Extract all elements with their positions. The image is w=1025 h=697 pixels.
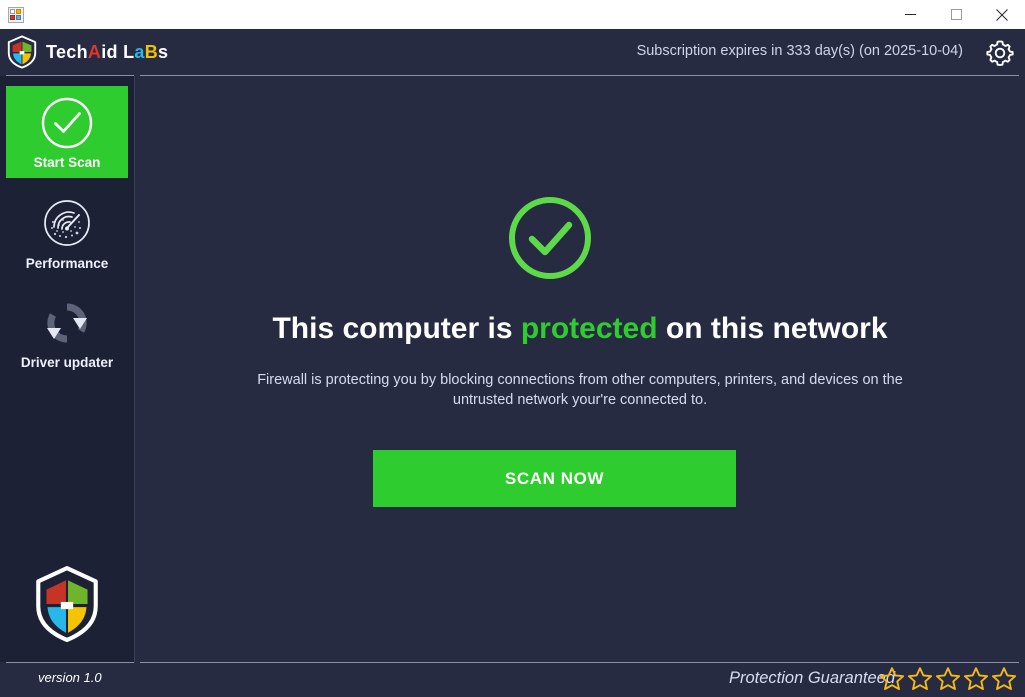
application-window: TechAid LaBs Subscription expires in 333… — [0, 0, 1025, 697]
sync-refresh-icon — [47, 303, 87, 343]
close-button[interactable] — [979, 0, 1025, 29]
headline-suffix: on this network — [657, 312, 888, 345]
sidebar-item-label-performance: Performance — [25, 256, 109, 271]
footer-divider-left — [6, 662, 134, 663]
brand-text-part-3: id — [101, 41, 118, 62]
gear-icon[interactable] — [985, 38, 1015, 68]
protection-guarantee-label: Protection Guaranteed — [728, 669, 895, 687]
check-circle-icon-status — [509, 197, 591, 279]
sidebar: Start Scan Performance Driver updater — [0, 76, 134, 662]
headline-prefix: This computer is — [272, 312, 521, 345]
app-tiles-icon — [8, 6, 24, 23]
maximize-button[interactable] — [933, 0, 979, 29]
status-description: Firewall is protecting you by blocking c… — [257, 372, 903, 408]
main-content: This computer is protected on this netwo… — [135, 76, 1025, 662]
star-outline-icon — [907, 667, 933, 691]
brand-text-part-1: Tech — [46, 41, 88, 62]
subscription-status: Subscription expires in 333 day(s) (on 2… — [636, 43, 963, 59]
status-headline: This computer is protected on this netwo… — [135, 312, 1025, 346]
footer-divider-right — [140, 662, 1019, 663]
sidebar-item-label-start-scan: Start Scan — [33, 154, 101, 170]
headline-status-word: protected — [520, 312, 658, 345]
sidebar-item-driver-updater[interactable]: Driver updater — [6, 298, 128, 370]
brand-name: TechAid LaBs — [46, 42, 168, 63]
app-header: TechAid LaBs Subscription expires in 333… — [0, 29, 1025, 76]
star-outline-icon — [963, 667, 989, 691]
star-outline-icon — [879, 667, 905, 691]
brand-text-part-5: a — [134, 41, 145, 62]
check-circle-icon — [41, 97, 93, 148]
scan-now-button[interactable]: SCAN NOW — [373, 450, 736, 507]
brand-text-part-4: L — [117, 41, 135, 62]
star-outline-icon — [935, 667, 961, 691]
version-label: version 1.0 — [38, 670, 102, 685]
shield-logo-icon-footer — [36, 566, 98, 642]
speedometer-icon — [44, 200, 90, 246]
brand-text-part-2: A — [87, 41, 102, 62]
brand-text-part-6: B — [144, 41, 159, 62]
shield-logo-icon — [7, 35, 37, 69]
sidebar-item-start-scan[interactable]: Start Scan — [6, 86, 128, 178]
star-outline-icon — [991, 667, 1017, 691]
minimize-button[interactable] — [887, 0, 933, 29]
sidebar-item-performance[interactable]: Performance — [6, 197, 128, 271]
title-bar — [0, 0, 1025, 29]
brand: TechAid LaBs — [6, 35, 168, 69]
rating-stars — [879, 666, 1017, 692]
brand-text-part-7: s — [158, 41, 169, 62]
sidebar-item-label-driver-updater: Driver updater — [20, 355, 114, 370]
